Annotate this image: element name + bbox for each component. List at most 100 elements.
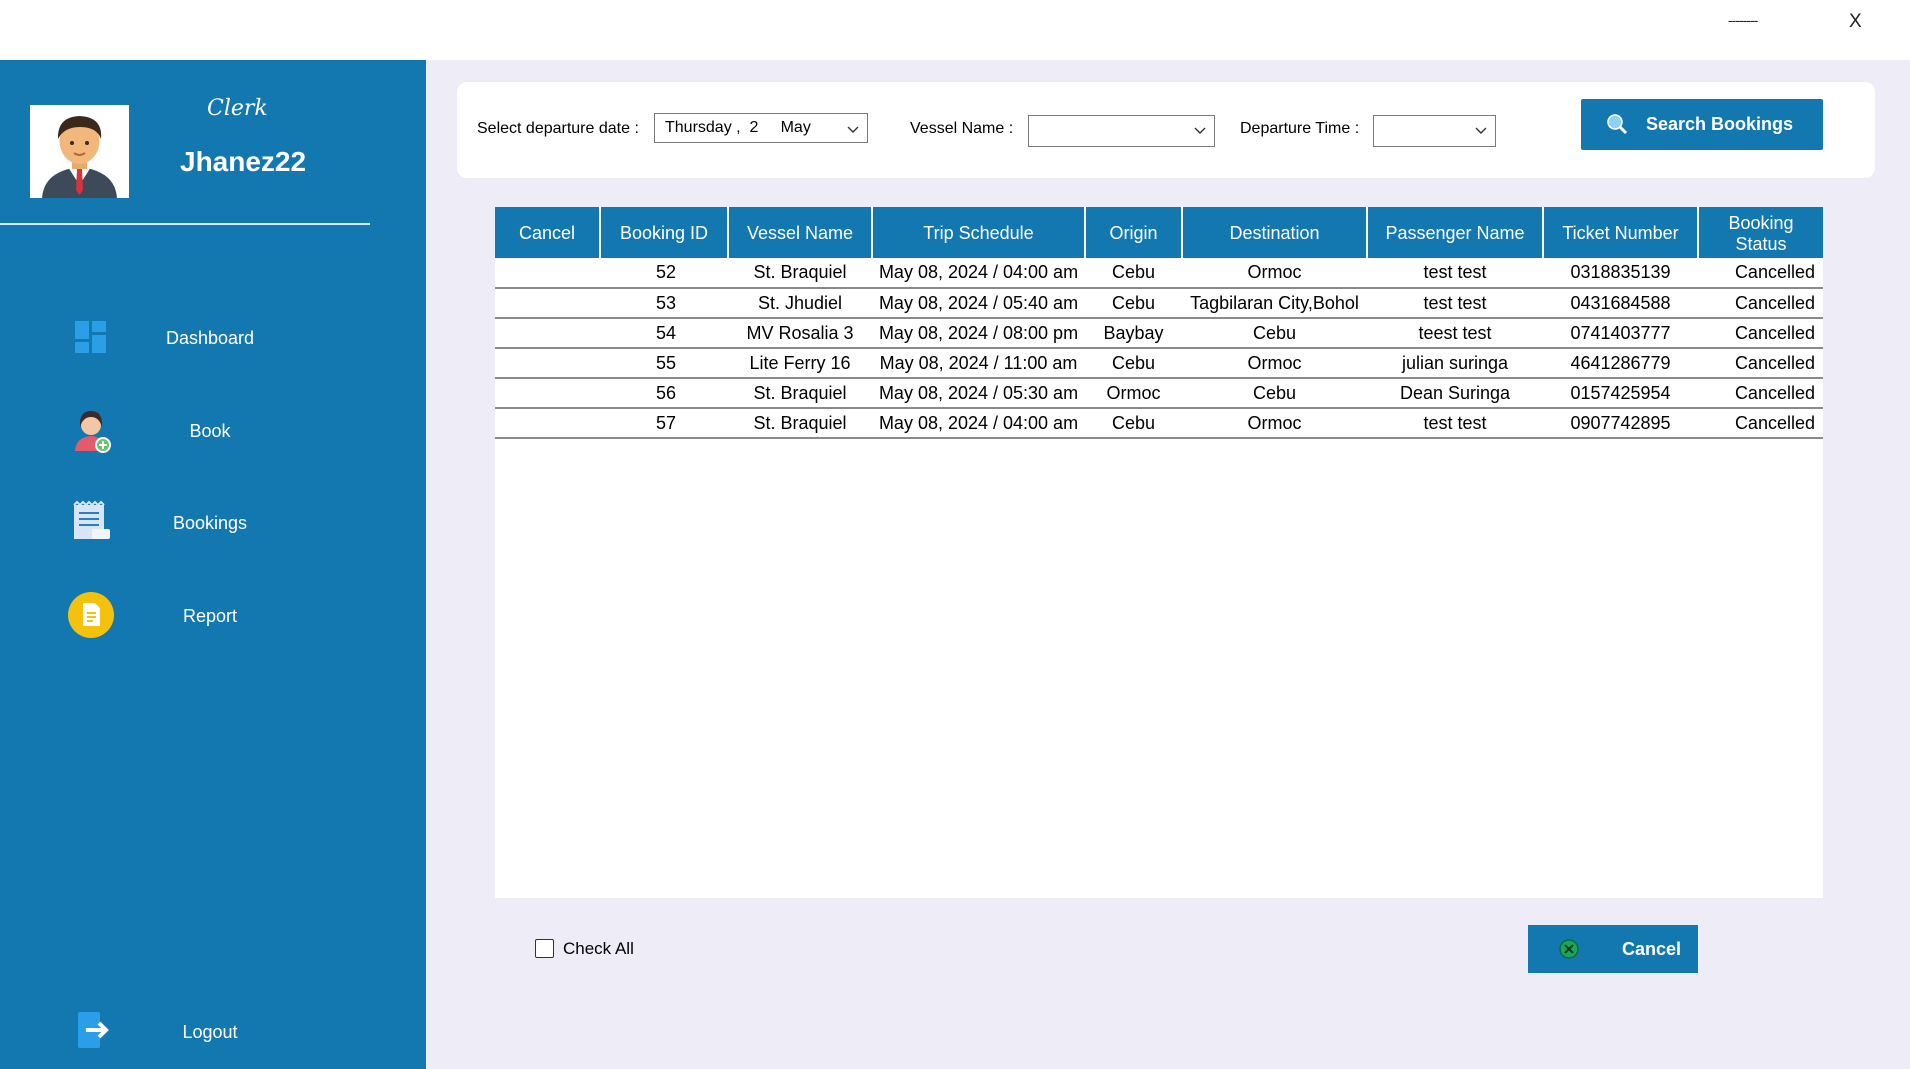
booking-id-cell: 53 — [600, 288, 728, 319]
search-bookings-label: Search Bookings — [1646, 114, 1794, 134]
origin-cell: Cebu — [1085, 408, 1182, 439]
trip-schedule-cell: May 08, 2024 / 04:00 am — [872, 258, 1085, 289]
cancel-cell[interactable] — [495, 348, 600, 379]
column-header-cancel[interactable]: Cancel — [495, 207, 601, 258]
cancel-cell[interactable] — [495, 288, 600, 319]
booking-id-cell: 55 — [600, 348, 728, 379]
chevron-down-icon — [847, 126, 859, 133]
table-row[interactable]: 55 Lite Ferry 16 May 08, 2024 / 11:00 am… — [495, 348, 1823, 379]
sidebar-item-label: Book — [189, 421, 231, 441]
cancel-circle-icon — [1559, 939, 1579, 959]
booking-id-cell: 52 — [600, 258, 728, 289]
cancel-cell[interactable] — [495, 378, 600, 409]
origin-cell: Cebu — [1085, 288, 1182, 319]
trip-schedule-cell: May 08, 2024 / 05:30 am — [872, 378, 1085, 409]
close-button[interactable]: X — [1849, 11, 1862, 33]
departure-time-select[interactable] — [1373, 115, 1496, 147]
ticket-number-cell: 0318835139 — [1543, 258, 1698, 289]
column-header-destination[interactable]: Destination — [1182, 207, 1368, 258]
checkbox-box[interactable] — [535, 939, 554, 958]
booking-status-cell: Cancelled — [1698, 258, 1823, 289]
column-header-passenger-name[interactable]: Passenger Name — [1367, 207, 1544, 258]
ticket-number-cell: 0431684588 — [1543, 288, 1698, 319]
booking-id-cell: 56 — [600, 378, 728, 409]
sidebar-item-label: Dashboard — [165, 328, 255, 348]
bookings-table: Cancel Booking ID Vessel Name Trip Sched… — [495, 207, 1823, 439]
vessel-name-cell: MV Rosalia 3 — [728, 318, 872, 349]
vessel-name-label: Vessel Name : — [910, 120, 1014, 137]
departure-date-picker[interactable]: Thursday , 2 May — [654, 113, 868, 143]
passenger-name-cell: test test — [1367, 408, 1543, 439]
trip-schedule-cell: May 08, 2024 / 05:40 am — [872, 288, 1085, 319]
booking-status-cell: Cancelled — [1698, 288, 1823, 319]
booking-id-cell: 54 — [600, 318, 728, 349]
table-row[interactable]: 57 St. Braquiel May 08, 2024 / 04:00 am … — [495, 408, 1823, 439]
search-icon — [1607, 114, 1628, 135]
booking-status-cell: Cancelled — [1698, 408, 1823, 439]
cancel-booking-button[interactable]: Cancel — [1528, 925, 1698, 973]
passenger-name-cell: test test — [1367, 258, 1543, 289]
column-header-origin[interactable]: Origin — [1085, 207, 1183, 258]
role-label: Clerk — [207, 96, 268, 121]
booking-status-cell: Cancelled — [1698, 318, 1823, 349]
search-panel: Select departure date : Thursday , 2 May… — [457, 82, 1875, 178]
bookings-grid[interactable]: Cancel Booking ID Vessel Name Trip Sched… — [495, 207, 1823, 898]
ticket-number-cell: 4641286779 — [1543, 348, 1698, 379]
destination-cell: Ormoc — [1182, 348, 1367, 379]
cancel-cell[interactable] — [495, 258, 600, 289]
search-bookings-button[interactable]: Search Bookings — [1581, 99, 1823, 150]
booking-status-cell: Cancelled — [1698, 378, 1823, 409]
minimize-button[interactable]: -------- — [1728, 12, 1758, 28]
cancel-cell[interactable] — [495, 408, 600, 439]
table-header-row: Cancel Booking ID Vessel Name Trip Sched… — [495, 207, 1823, 258]
destination-cell: Cebu — [1182, 378, 1367, 409]
sidebar-item-book[interactable]: Book — [0, 391, 426, 457]
table-row[interactable]: 53 St. Jhudiel May 08, 2024 / 05:40 am C… — [495, 288, 1823, 319]
table-row[interactable]: 52 St. Braquiel May 08, 2024 / 04:00 am … — [495, 258, 1823, 289]
cancel-cell[interactable] — [495, 318, 600, 349]
sidebar-item-bookings[interactable]: Bookings — [0, 483, 426, 549]
destination-cell: Cebu — [1182, 318, 1367, 349]
logout-button[interactable]: Logout — [0, 992, 426, 1058]
trip-schedule-cell: May 08, 2024 / 04:00 am — [872, 408, 1085, 439]
title-bar: -------- X — [0, 0, 1910, 60]
vessel-name-cell: St. Braquiel — [728, 408, 872, 439]
destination-cell: Ormoc — [1182, 258, 1367, 289]
table-row[interactable]: 56 St. Braquiel May 08, 2024 / 05:30 am … — [495, 378, 1823, 409]
vessel-name-cell: St. Jhudiel — [728, 288, 872, 319]
check-all-label: Check All — [563, 939, 634, 958]
origin-cell: Cebu — [1085, 258, 1182, 289]
passenger-name-cell: teest test — [1367, 318, 1543, 349]
passenger-name-cell: Dean Suringa — [1367, 378, 1543, 409]
vessel-name-cell: Lite Ferry 16 — [728, 348, 872, 379]
vessel-name-cell: St. Braquiel — [728, 258, 872, 289]
vessel-name-select[interactable] — [1028, 115, 1215, 147]
ticket-number-cell: 0157425954 — [1543, 378, 1698, 409]
chevron-down-icon — [1194, 127, 1206, 134]
column-header-booking-status[interactable]: Booking Status — [1698, 207, 1823, 258]
table-row[interactable]: 54 MV Rosalia 3 May 08, 2024 / 08:00 pm … — [495, 318, 1823, 349]
passenger-name-cell: test test — [1367, 288, 1543, 319]
column-header-booking-id[interactable]: Booking ID — [600, 207, 729, 258]
avatar — [30, 105, 129, 198]
departure-date-value: Thursday , 2 May — [665, 119, 811, 136]
sidebar-item-report[interactable]: Report — [0, 576, 426, 642]
column-header-trip-schedule[interactable]: Trip Schedule — [872, 207, 1086, 258]
ticket-number-cell: 0741403777 — [1543, 318, 1698, 349]
booking-id-cell: 57 — [600, 408, 728, 439]
trip-schedule-cell: May 08, 2024 / 08:00 pm — [872, 318, 1085, 349]
departure-date-label: Select departure date : — [477, 120, 639, 137]
logout-label: Logout — [182, 1022, 238, 1042]
origin-cell: Ormoc — [1085, 378, 1182, 409]
destination-cell: Tagbilaran City,Bohol — [1182, 288, 1367, 319]
sidebar: Clerk Jhanez22 Dashboard Book Bookings R… — [0, 60, 426, 1069]
column-header-ticket-number[interactable]: Ticket Number — [1543, 207, 1699, 258]
sidebar-item-dashboard[interactable]: Dashboard — [0, 298, 426, 364]
sidebar-item-label: Bookings — [172, 513, 248, 533]
booking-status-cell: Cancelled — [1698, 348, 1823, 379]
column-header-vessel-name[interactable]: Vessel Name — [728, 207, 873, 258]
destination-cell: Ormoc — [1182, 408, 1367, 439]
passenger-name-cell: julian suringa — [1367, 348, 1543, 379]
username: Jhanez22 — [180, 146, 307, 177]
trip-schedule-cell: May 08, 2024 / 11:00 am — [872, 348, 1085, 379]
